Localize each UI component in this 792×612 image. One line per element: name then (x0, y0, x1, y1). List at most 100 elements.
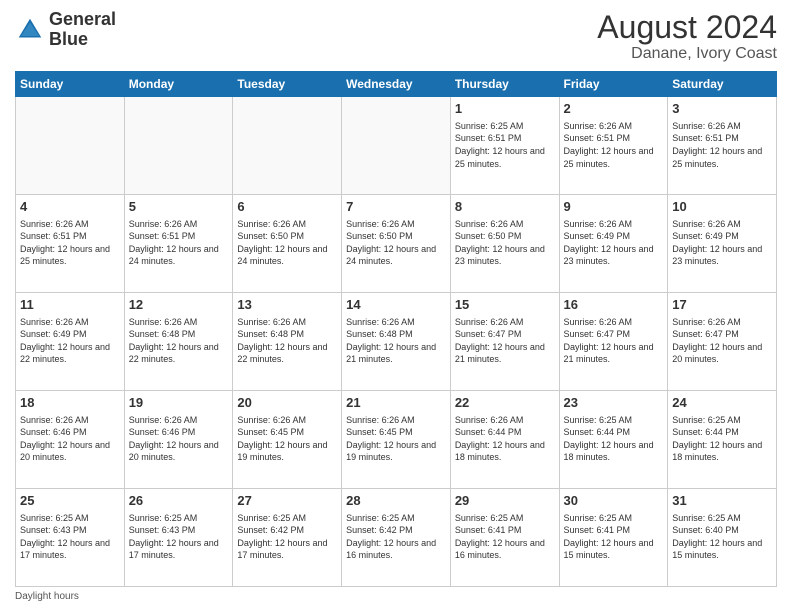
day-info: Sunrise: 6:25 AM Sunset: 6:51 PM Dayligh… (455, 120, 555, 170)
logo-text: General Blue (49, 10, 116, 50)
calendar-cell: 9 Sunrise: 6:26 AM Sunset: 6:49 PM Daylig… (559, 195, 668, 293)
day-info: Sunrise: 6:26 AM Sunset: 6:49 PM Dayligh… (564, 218, 664, 268)
day-info: Sunrise: 6:25 AM Sunset: 6:44 PM Dayligh… (672, 414, 772, 464)
logo-icon (15, 15, 45, 45)
day-info: Sunrise: 6:26 AM Sunset: 6:44 PM Dayligh… (455, 414, 555, 464)
day-info: Sunrise: 6:26 AM Sunset: 6:48 PM Dayligh… (237, 316, 337, 366)
day-number: 13 (237, 296, 337, 314)
calendar-cell: 25Sunrise: 6:25 AM Sunset: 6:43 PM Dayli… (16, 489, 125, 587)
day-number: 16 (564, 296, 664, 314)
calendar-header-sunday: Sunday (16, 72, 125, 97)
calendar-cell (342, 97, 451, 195)
day-info: Sunrise: 6:26 AM Sunset: 6:49 PM Dayligh… (20, 316, 120, 366)
calendar-cell: 28 Sunrise: 6:25 AM Sunset: 6:42 PM Dayli… (342, 489, 451, 587)
day-info: Sunrise: 6:26 AM Sunset: 6:45 PM Dayligh… (237, 414, 337, 464)
day-info: Sunrise: 6:26 AM Sunset: 6:50 PM Dayligh… (237, 218, 337, 268)
day-number: 31 (672, 492, 772, 510)
calendar-cell: 8 Sunrise: 6:26 AM Sunset: 6:50 PM Daylig… (450, 195, 559, 293)
day-info: Sunrise: 6:26 AM Sunset: 6:46 PM Dayligh… (20, 414, 120, 464)
day-number: 15 (455, 296, 555, 314)
day-info: Sunrise: 6:25 AM Sunset: 6:42 PM Dayligh… (346, 512, 446, 562)
day-number: 29 (455, 492, 555, 510)
calendar-cell (16, 97, 125, 195)
day-number: 1 (455, 100, 555, 118)
day-info: Sunrise: 6:26 AM Sunset: 6:49 PM Dayligh… (672, 218, 772, 268)
day-info: Sunrise: 6:25 AM Sunset: 6:41 PM Dayligh… (564, 512, 664, 562)
calendar-cell: 10Sunrise: 6:26 AM Sunset: 6:49 PM Dayli… (668, 195, 777, 293)
calendar-cell: 19 Sunrise: 6:26 AM Sunset: 6:46 PM Dayli… (124, 391, 233, 489)
calendar-cell: 24 Sunrise: 6:25 AM Sunset: 6:44 PM Dayli… (668, 391, 777, 489)
calendar-cell: 11Sunrise: 6:26 AM Sunset: 6:49 PM Dayli… (16, 293, 125, 391)
sub-title: Danane, Ivory Coast (597, 45, 777, 63)
day-info: Sunrise: 6:26 AM Sunset: 6:47 PM Dayligh… (672, 316, 772, 366)
day-number: 8 (455, 198, 555, 216)
calendar-cell: 1 Sunrise: 6:25 AM Sunset: 6:51 PM Daylig… (450, 97, 559, 195)
page: General Blue August 2024 Danane, Ivory C… (0, 0, 792, 612)
day-info: Sunrise: 6:26 AM Sunset: 6:45 PM Dayligh… (346, 414, 446, 464)
day-number: 28 (346, 492, 446, 510)
day-info: Sunrise: 6:26 AM Sunset: 6:48 PM Dayligh… (129, 316, 229, 366)
day-number: 19 (129, 394, 229, 412)
day-info: Sunrise: 6:26 AM Sunset: 6:47 PM Dayligh… (564, 316, 664, 366)
calendar-header-thursday: Thursday (450, 72, 559, 97)
calendar-cell: 14 Sunrise: 6:26 AM Sunset: 6:48 PM Dayli… (342, 293, 451, 391)
day-info: Sunrise: 6:26 AM Sunset: 6:51 PM Dayligh… (129, 218, 229, 268)
calendar-week-1: 4Sunrise: 6:26 AM Sunset: 6:51 PM Daylig… (16, 195, 777, 293)
calendar-cell: 23Sunrise: 6:25 AM Sunset: 6:44 PM Dayli… (559, 391, 668, 489)
calendar-header-friday: Friday (559, 72, 668, 97)
calendar-week-4: 25Sunrise: 6:25 AM Sunset: 6:43 PM Dayli… (16, 489, 777, 587)
day-number: 3 (672, 100, 772, 118)
calendar-header-wednesday: Wednesday (342, 72, 451, 97)
footer-note: Daylight hours (15, 591, 777, 602)
calendar-header-row: SundayMondayTuesdayWednesdayThursdayFrid… (16, 72, 777, 97)
day-info: Sunrise: 6:25 AM Sunset: 6:41 PM Dayligh… (455, 512, 555, 562)
calendar-cell: 21 Sunrise: 6:26 AM Sunset: 6:45 PM Dayli… (342, 391, 451, 489)
day-number: 26 (129, 492, 229, 510)
title-block: August 2024 Danane, Ivory Coast (597, 10, 777, 63)
calendar-cell: 30Sunrise: 6:25 AM Sunset: 6:41 PM Dayli… (559, 489, 668, 587)
calendar-cell: 4Sunrise: 6:26 AM Sunset: 6:51 PM Daylig… (16, 195, 125, 293)
day-info: Sunrise: 6:26 AM Sunset: 6:50 PM Dayligh… (455, 218, 555, 268)
calendar-cell: 6 Sunrise: 6:26 AM Sunset: 6:50 PM Daylig… (233, 195, 342, 293)
header: General Blue August 2024 Danane, Ivory C… (15, 10, 777, 63)
day-number: 9 (564, 198, 664, 216)
day-info: Sunrise: 6:26 AM Sunset: 6:51 PM Dayligh… (564, 120, 664, 170)
day-info: Sunrise: 6:25 AM Sunset: 6:44 PM Dayligh… (564, 414, 664, 464)
calendar-cell: 18 Sunrise: 6:26 AM Sunset: 6:46 PM Dayli… (16, 391, 125, 489)
calendar-cell: 20 Sunrise: 6:26 AM Sunset: 6:45 PM Dayli… (233, 391, 342, 489)
calendar-cell: 2 Sunrise: 6:26 AM Sunset: 6:51 PM Daylig… (559, 97, 668, 195)
calendar-cell: 22Sunrise: 6:26 AM Sunset: 6:44 PM Dayli… (450, 391, 559, 489)
calendar-week-3: 18 Sunrise: 6:26 AM Sunset: 6:46 PM Dayli… (16, 391, 777, 489)
day-number: 17 (672, 296, 772, 314)
day-number: 18 (20, 394, 120, 412)
calendar-header-tuesday: Tuesday (233, 72, 342, 97)
calendar-header-saturday: Saturday (668, 72, 777, 97)
calendar-cell: 17 Sunrise: 6:26 AM Sunset: 6:47 PM Dayli… (668, 293, 777, 391)
day-info: Sunrise: 6:26 AM Sunset: 6:46 PM Dayligh… (129, 414, 229, 464)
calendar-cell: 15Sunrise: 6:26 AM Sunset: 6:47 PM Dayli… (450, 293, 559, 391)
calendar-cell: 13 Sunrise: 6:26 AM Sunset: 6:48 PM Dayli… (233, 293, 342, 391)
day-number: 6 (237, 198, 337, 216)
logo: General Blue (15, 10, 116, 50)
main-title: August 2024 (597, 10, 777, 45)
calendar-cell: 31 Sunrise: 6:25 AM Sunset: 6:40 PM Dayli… (668, 489, 777, 587)
day-number: 24 (672, 394, 772, 412)
calendar-week-0: 1 Sunrise: 6:25 AM Sunset: 6:51 PM Daylig… (16, 97, 777, 195)
day-number: 7 (346, 198, 446, 216)
day-info: Sunrise: 6:26 AM Sunset: 6:48 PM Dayligh… (346, 316, 446, 366)
calendar-table: SundayMondayTuesdayWednesdayThursdayFrid… (15, 71, 777, 587)
day-number: 14 (346, 296, 446, 314)
day-number: 2 (564, 100, 664, 118)
day-number: 21 (346, 394, 446, 412)
day-info: Sunrise: 6:25 AM Sunset: 6:40 PM Dayligh… (672, 512, 772, 562)
calendar-header-monday: Monday (124, 72, 233, 97)
day-number: 27 (237, 492, 337, 510)
day-info: Sunrise: 6:26 AM Sunset: 6:50 PM Dayligh… (346, 218, 446, 268)
logo-line2: Blue (49, 30, 116, 50)
day-info: Sunrise: 6:26 AM Sunset: 6:51 PM Dayligh… (20, 218, 120, 268)
calendar-cell (124, 97, 233, 195)
calendar-week-2: 11Sunrise: 6:26 AM Sunset: 6:49 PM Dayli… (16, 293, 777, 391)
day-info: Sunrise: 6:25 AM Sunset: 6:42 PM Dayligh… (237, 512, 337, 562)
calendar-cell: 29 Sunrise: 6:25 AM Sunset: 6:41 PM Dayli… (450, 489, 559, 587)
day-number: 20 (237, 394, 337, 412)
